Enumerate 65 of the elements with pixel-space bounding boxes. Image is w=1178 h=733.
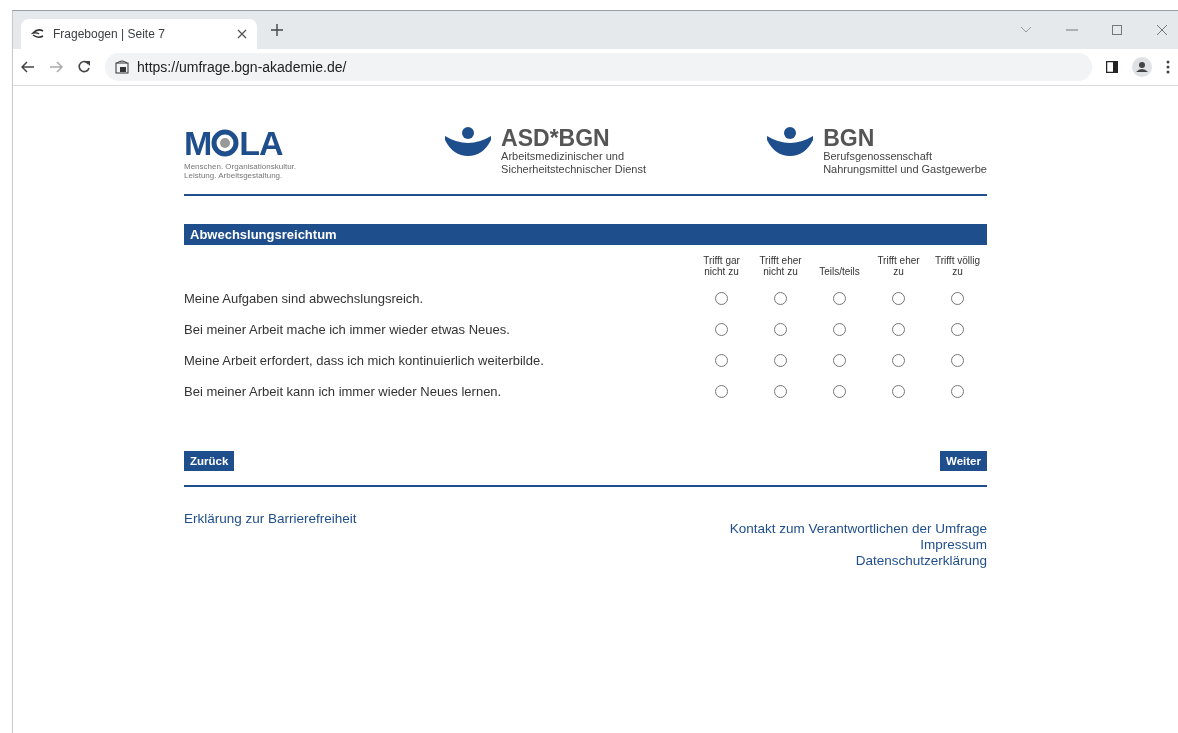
logo-tagline: Arbeitsmedizinischer und bbox=[501, 150, 625, 163]
radio-button[interactable] bbox=[892, 385, 905, 398]
footer-link[interactable]: Datenschutzerklärung bbox=[855, 553, 987, 569]
address-bar[interactable]: https://umfrage.bgn-akademie.de/ bbox=[105, 53, 1092, 81]
chevron-down-icon[interactable] bbox=[1020, 26, 1032, 34]
question-text: Bei meiner Arbeit kann ich immer wieder Neues lernen. bbox=[184, 383, 503, 401]
question-text: Meine Arbeit erfordert, dass ich mich kontinuierlich weiterbilde. bbox=[184, 352, 545, 370]
favicon-icon bbox=[31, 29, 45, 39]
browser-tab[interactable]: Fragebogen | Seite 7 bbox=[21, 19, 257, 49]
next-button[interactable]: Weiter bbox=[940, 451, 987, 471]
logo-text: ASD*BGN bbox=[501, 126, 611, 150]
radio-button[interactable] bbox=[951, 292, 964, 305]
radio-button[interactable] bbox=[833, 354, 846, 367]
tab-title: Fragebogen | Seite 7 bbox=[53, 27, 166, 41]
side-panel-icon[interactable] bbox=[1106, 61, 1118, 73]
radio-button[interactable] bbox=[774, 323, 787, 336]
footer-link[interactable]: Kontakt zum Verantwortlichen der Umfrage bbox=[729, 521, 987, 537]
radio-button[interactable] bbox=[951, 354, 964, 367]
close-icon[interactable] bbox=[237, 29, 247, 39]
radio-button[interactable] bbox=[892, 323, 905, 336]
radio-button[interactable] bbox=[833, 385, 846, 398]
menu-icon[interactable] bbox=[1166, 60, 1170, 74]
scale-label: Trifft völlig zu bbox=[934, 255, 981, 279]
back-button[interactable]: Zurück bbox=[184, 451, 235, 471]
logo-tagline: Nahrungsmittel und Gastgewerbe bbox=[823, 163, 987, 176]
back-arrow-icon[interactable] bbox=[21, 61, 35, 73]
logo-tagline: Menschen. Organisationskultur. Leistung. Arbeitsgestaltung. bbox=[184, 162, 298, 180]
logo-icon bbox=[765, 126, 816, 156]
radio-button[interactable] bbox=[715, 292, 728, 305]
radio-button[interactable] bbox=[774, 385, 787, 398]
radio-button[interactable] bbox=[951, 385, 964, 398]
new-tab-icon[interactable] bbox=[271, 24, 283, 36]
logo-text: M bbox=[184, 126, 212, 160]
radio-button[interactable] bbox=[715, 354, 728, 367]
logo-tagline: Berufsgenossenschaft bbox=[823, 150, 933, 163]
footer-link[interactable]: Erklärung zur Barrierefreiheit bbox=[184, 511, 357, 527]
radio-button[interactable] bbox=[951, 323, 964, 336]
logo-icon bbox=[211, 129, 240, 157]
reload-icon[interactable] bbox=[77, 60, 91, 74]
footer-link[interactable]: Impressum bbox=[920, 537, 987, 553]
logo-text: LA bbox=[239, 126, 283, 160]
question-text: Meine Aufgaben sind abwechslungsreich. bbox=[184, 290, 425, 308]
maximize-icon[interactable] bbox=[1112, 25, 1122, 35]
scale-label: Trifft eher nicht zu bbox=[758, 255, 803, 279]
site-info-icon bbox=[115, 60, 129, 74]
scale-label: Trifft gar nicht zu bbox=[702, 255, 741, 279]
section-header: Abwechslungsreichtum bbox=[184, 224, 987, 245]
scale-label: Trifft eher zu bbox=[876, 255, 921, 279]
radio-button[interactable] bbox=[715, 323, 728, 336]
radio-button[interactable] bbox=[774, 292, 787, 305]
forward-arrow-icon[interactable] bbox=[49, 61, 63, 73]
question-text: Bei meiner Arbeit mache ich immer wieder etwas Neues. bbox=[184, 321, 511, 339]
radio-button[interactable] bbox=[715, 385, 728, 398]
radio-button[interactable] bbox=[892, 292, 905, 305]
scale-label: Teils/teils bbox=[818, 266, 861, 279]
radio-button[interactable] bbox=[833, 292, 846, 305]
radio-button[interactable] bbox=[833, 323, 846, 336]
radio-button[interactable] bbox=[774, 354, 787, 367]
logo-text: BGN bbox=[823, 126, 876, 150]
close-icon[interactable] bbox=[1156, 24, 1168, 36]
radio-button[interactable] bbox=[892, 354, 905, 367]
logo-tagline: Sicherheitstechnischer Dienst bbox=[501, 163, 646, 176]
url-text: https://umfrage.bgn-akademie.de/ bbox=[137, 59, 347, 75]
logo-icon bbox=[443, 126, 494, 156]
profile-icon[interactable] bbox=[1132, 57, 1152, 77]
